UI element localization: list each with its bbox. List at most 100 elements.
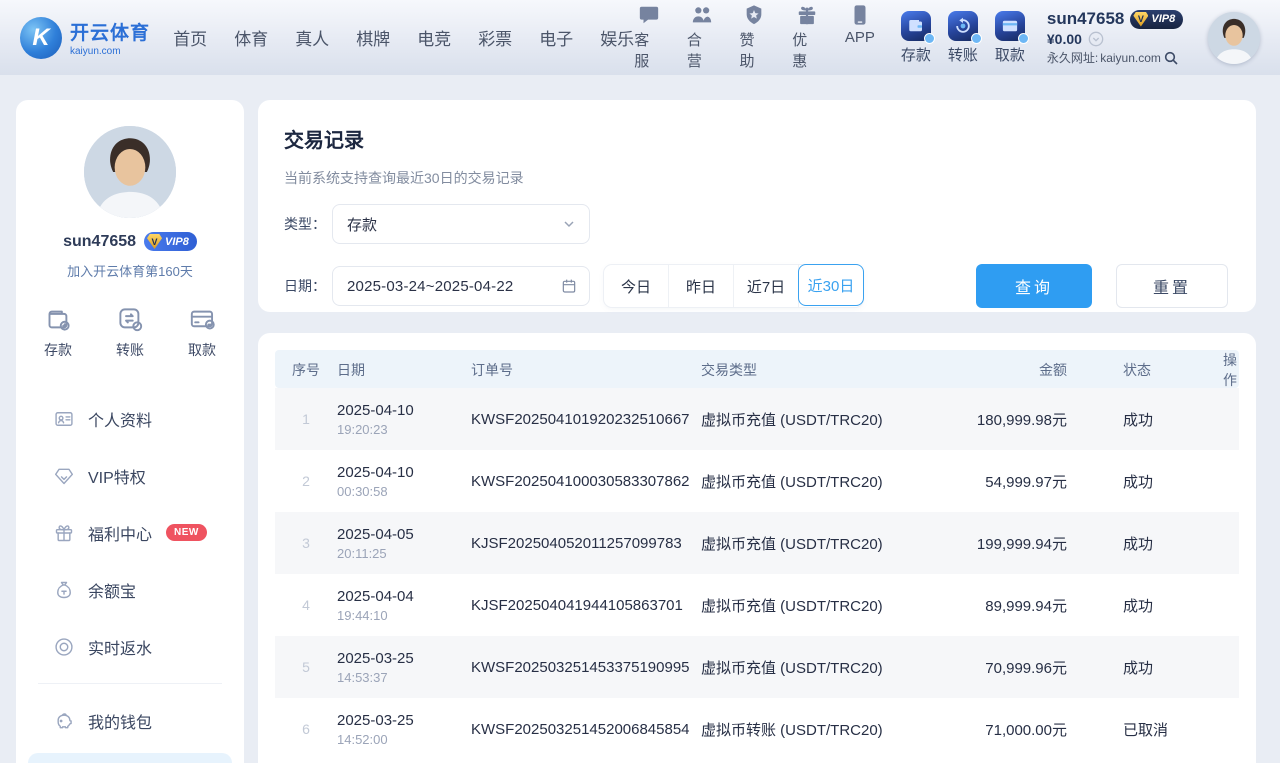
status: 成功 (1067, 533, 1223, 554)
idcard-icon (54, 409, 74, 429)
nav-item-live[interactable]: 真人 (295, 25, 329, 50)
table-row[interactable]: 5 2025-03-2514:53:37 KWSF202503251453375… (275, 636, 1239, 698)
promotions-button[interactable]: 优惠 (792, 4, 822, 71)
range-yesterday-button[interactable]: 昨日 (669, 265, 734, 307)
deposit-icon (901, 11, 931, 41)
transaction-type: 虚拟币充值 (USDT/TRC20) (701, 409, 959, 430)
date-range-input[interactable]: 2025-03-24~2025-04-22 (332, 266, 590, 306)
sidebar-item-yuebao[interactable]: 余额宝 (16, 561, 244, 618)
transaction-type: 虚拟币充值 (USDT/TRC20) (701, 471, 959, 492)
nav-item-entertainment[interactable]: 娱乐 (600, 25, 634, 50)
sidebar-item-rebate[interactable]: 实时返水 (16, 618, 244, 675)
amount: 71,000.00元 (959, 719, 1067, 740)
page-subtitle: 当前系统支持查询最近30日的交易记录 (284, 168, 1230, 188)
status: 成功 (1067, 471, 1223, 492)
balance-dropdown-icon[interactable] (1088, 31, 1104, 47)
amount: 89,999.94元 (959, 595, 1067, 616)
transfer-button[interactable]: 转账 (116, 306, 144, 360)
status: 成功 (1067, 657, 1223, 678)
sidebar-item-vip[interactable]: VIP特权 (16, 447, 244, 504)
partners-button[interactable]: 合营 (687, 4, 717, 71)
status: 成功 (1067, 595, 1223, 616)
permanent-url-label: 永久网址: (1047, 49, 1098, 66)
transaction-type: 虚拟币转账 (USDT/TRC20) (701, 719, 959, 740)
topbar-quick-icons: 客服 合营 赞助 优惠 APP (634, 4, 875, 71)
type-label: 类型： (284, 214, 332, 234)
range-today-button[interactable]: 今日 (604, 265, 669, 307)
withdraw-icon (995, 11, 1025, 41)
amount: 180,999.98元 (959, 409, 1067, 430)
balance-amount: ¥0.00 (1047, 31, 1082, 47)
type-select[interactable]: 存款 (332, 204, 590, 244)
partners-icon (691, 4, 713, 26)
avatar[interactable] (1208, 12, 1260, 64)
main-content: 交易记录 当前系统支持查询最近30日的交易记录 类型： 存款 日期： 2025-… (258, 100, 1256, 763)
username: sun47658 (63, 233, 136, 251)
calendar-icon (561, 278, 577, 294)
nav-item-lottery[interactable]: 彩票 (478, 25, 512, 50)
range-7days-button[interactable]: 近7日 (734, 265, 799, 307)
status: 成功 (1067, 409, 1223, 430)
date-filter-row: 日期： 2025-03-24~2025-04-22 今日 昨日 近7日 近30日… (284, 264, 1230, 308)
withdraw-button[interactable]: 取款 (188, 306, 216, 360)
topbar-wallet-actions: 存款 转账 取款 (901, 11, 1025, 65)
customer-service-button[interactable]: 客服 (634, 4, 664, 71)
transfer-icon (948, 11, 978, 41)
deposit-button[interactable]: 存款 (44, 306, 72, 360)
piggy-icon (54, 711, 74, 731)
table-row[interactable]: 2 2025-04-1000:30:58 KWSF202504100030583… (275, 450, 1239, 512)
brand-logo[interactable]: K 开云体育 kaiyun.com (20, 17, 161, 59)
chevron-down-icon (561, 216, 577, 232)
nav-item-chess[interactable]: 棋牌 (356, 25, 390, 50)
table-row[interactable]: 4 2025-04-0419:44:10 KJSF202504041944105… (275, 574, 1239, 636)
wallet-icon (45, 306, 72, 333)
amount: 54,999.97元 (959, 471, 1067, 492)
table-row[interactable]: 6 2025-03-2514:52:00 KWSF202503251452006… (275, 698, 1239, 760)
range-30days-button[interactable]: 近30日 (798, 264, 864, 306)
order-number: KWSF202503251453375190995 (471, 659, 701, 676)
transfer-badge-icon (971, 33, 982, 44)
status: 已取消 (1067, 719, 1223, 740)
sidebar: sun47658 V VIP8 加入开云体育第160天 存款 转账 取款 个人资… (16, 100, 244, 763)
vip-shield-icon: V (147, 234, 162, 249)
type-filter-row: 类型： 存款 (284, 204, 1230, 244)
sidebar-item-transactions[interactable]: 交易记录 (28, 753, 232, 763)
transfer-button[interactable]: 转账 (948, 11, 978, 65)
order-number: KJSF202504041944105863701 (471, 597, 701, 614)
card-icon (189, 306, 216, 333)
deposit-button[interactable]: 存款 (901, 11, 931, 65)
main-nav: 首页 体育 真人 棋牌 电竞 彩票 电子 娱乐 (173, 25, 634, 50)
page-title: 交易记录 (284, 124, 1230, 153)
sidebar-item-profile[interactable]: 个人资料 (16, 390, 244, 447)
search-icon[interactable] (1163, 50, 1179, 66)
withdraw-button[interactable]: 取款 (995, 11, 1025, 65)
nav-item-home[interactable]: 首页 (173, 25, 207, 50)
date-range-presets: 今日 昨日 近7日 近30日 (604, 265, 863, 307)
vip-badge[interactable]: V VIP8 (1130, 10, 1183, 29)
gem-icon (54, 466, 74, 486)
nav-item-esports[interactable]: 电竞 (417, 25, 451, 50)
username[interactable]: sun47658 (1047, 9, 1125, 29)
permanent-url-value: kaiyun.com (1100, 51, 1161, 65)
reset-button[interactable]: 重置 (1116, 264, 1228, 308)
table-row[interactable]: 3 2025-04-0520:11:25 KJSF202504052011257… (275, 512, 1239, 574)
phone-icon (849, 4, 871, 26)
vip-badge[interactable]: V VIP8 (144, 232, 197, 251)
chat-icon (638, 4, 660, 26)
transaction-type: 虚拟币充值 (USDT/TRC20) (701, 657, 959, 678)
divider (38, 683, 222, 684)
sidebar-item-wallet[interactable]: 我的钱包 (16, 692, 244, 749)
nav-item-sports[interactable]: 体育 (234, 25, 268, 50)
sponsor-button[interactable]: 赞助 (740, 4, 770, 71)
vip-shield-icon: V (1133, 12, 1148, 27)
sidebar-item-welfare[interactable]: 福利中心 NEW (16, 504, 244, 561)
table-row[interactable]: 1 2025-04-1019:20:23 KWSF202504101920232… (275, 388, 1239, 450)
gift-icon (796, 4, 818, 26)
order-number: KWSF202504101920232510667 (471, 411, 701, 428)
search-button[interactable]: 查询 (976, 264, 1092, 308)
app-download-button[interactable]: APP (845, 4, 875, 71)
avatar[interactable] (84, 126, 176, 218)
nav-item-slots[interactable]: 电子 (539, 25, 573, 50)
order-number: KWSF202504100030583307862 (471, 473, 701, 490)
brand-logo-icon: K (20, 17, 62, 59)
